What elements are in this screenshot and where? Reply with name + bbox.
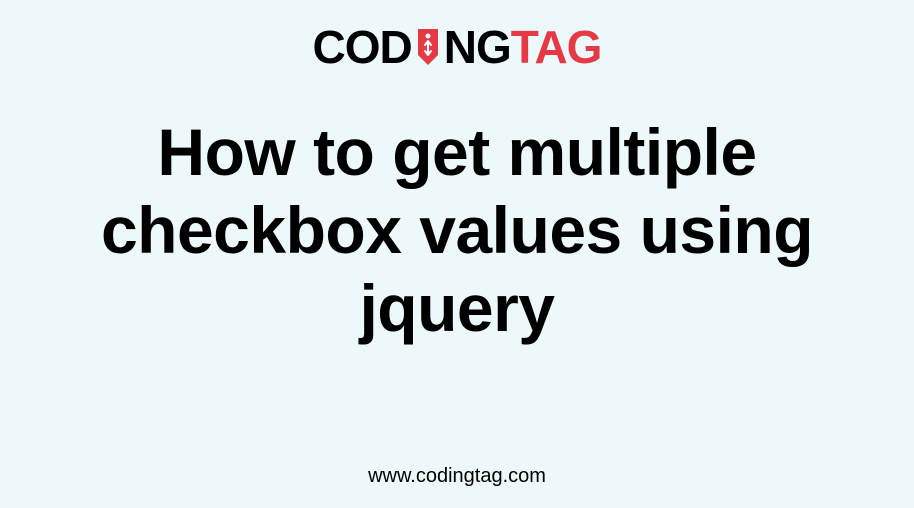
logo-part2: NG (444, 20, 511, 74)
logo-text: COD NG TAG (313, 20, 602, 74)
footer-url: www.codingtag.com (368, 465, 546, 488)
logo-part1: COD (313, 20, 412, 74)
tag-icon (414, 27, 442, 67)
page-title: How to get multiple checkbox values usin… (0, 114, 914, 348)
logo-part3: TAG (511, 20, 602, 74)
brand-logo: COD NG TAG (313, 20, 602, 74)
